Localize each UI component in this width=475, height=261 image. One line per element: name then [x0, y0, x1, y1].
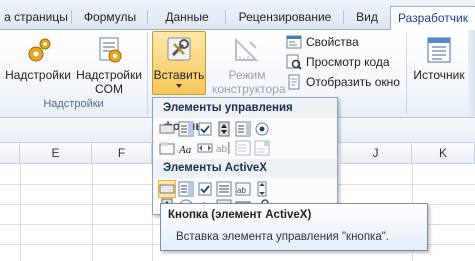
view-code-button[interactable]: Просмотр кода	[286, 53, 406, 71]
svg-text:ab: ab	[216, 144, 228, 155]
group-separator	[147, 32, 148, 114]
design-mode-label-line1: Режим	[228, 68, 266, 82]
ruler-triangle-icon	[235, 37, 259, 61]
ribbon-tab-strip: а страницы Формулы Данные Рецензирование…	[0, 0, 475, 31]
show-window-button[interactable]: Отобразить окно	[286, 73, 406, 91]
xml-source-icon	[427, 37, 451, 63]
column-letter: K	[438, 146, 447, 160]
column-header-f[interactable]: F	[92, 143, 152, 164]
tab-page-layout[interactable]: а страницы	[0, 6, 72, 30]
com-addins-label-line1: Надстройки	[76, 68, 142, 82]
insert-controls-dropdown: Элементы управления формы Aa ab Элементы…	[152, 97, 338, 215]
tab-data[interactable]: Данные	[148, 6, 226, 30]
option-button-icon[interactable]	[254, 121, 270, 137]
source-button[interactable]: Источник	[410, 32, 468, 94]
scrollbar-icon[interactable]	[197, 140, 213, 156]
column-header-k[interactable]: K	[412, 143, 475, 164]
tab-label: а страницы	[4, 10, 68, 24]
grid-line	[20, 164, 21, 261]
com-addins-label-line2: COM	[95, 82, 123, 96]
activex-controls-header: Элементы ActiveX	[153, 159, 337, 178]
activex-checkbox-icon[interactable]	[197, 181, 213, 197]
checkbox-icon[interactable]	[197, 121, 213, 137]
svg-text:Aa: Aa	[178, 144, 192, 156]
tooltip-title: Кнопка (элемент ActiveX)	[168, 209, 312, 221]
groupbox-icon[interactable]	[159, 140, 175, 156]
insert-label: Вставить	[153, 68, 205, 82]
properties-label: Свойства	[306, 35, 359, 49]
tab-formulas[interactable]: Формулы	[72, 6, 148, 30]
column-header-j[interactable]: J	[340, 143, 412, 164]
properties-icon	[286, 35, 302, 49]
combo-dropdown-edit-icon[interactable]	[254, 140, 270, 156]
tab-label: Данные	[165, 10, 209, 24]
addins-label: Надстройки	[5, 68, 71, 82]
view-code-icon	[286, 54, 302, 70]
tab-label: Формулы	[83, 10, 137, 24]
column-header-e[interactable]: E	[20, 143, 92, 164]
group-separator	[406, 32, 407, 114]
tab-view[interactable]: Вид	[344, 6, 390, 30]
tooltip: Кнопка (элемент ActiveX) Вставка элемент…	[160, 203, 428, 251]
column-letter: E	[51, 146, 60, 160]
column-letter: J	[372, 146, 379, 160]
design-mode-label-line2: конструктора	[212, 82, 286, 96]
tab-label: Разработчик	[398, 11, 468, 25]
activex-scrollbar-icon[interactable]	[254, 181, 270, 197]
svg-text:ab: ab	[237, 186, 246, 195]
tools-icon	[167, 37, 191, 61]
tab-developer[interactable]: Разработчик	[390, 6, 475, 31]
form-controls-header: Элементы управления формы	[153, 99, 337, 133]
activex-combobox-icon[interactable]	[178, 181, 194, 197]
tab-review[interactable]: Рецензирование	[226, 6, 344, 30]
view-code-label: Просмотр кода	[306, 55, 390, 69]
column-header-partial[interactable]	[0, 143, 20, 164]
tab-label: Рецензирование	[238, 10, 332, 24]
group-title-addins: Надстройки	[43, 98, 104, 110]
activex-textbox-icon[interactable]: ab	[235, 181, 251, 197]
tooltip-body: Вставка элемента управления "кнопка".	[176, 231, 390, 243]
chevron-down-icon	[176, 84, 182, 88]
properties-button[interactable]: Свойства	[286, 33, 406, 51]
activex-button-icon[interactable]	[158, 180, 176, 198]
label-control-icon[interactable]: Aa	[178, 140, 194, 156]
spin-button-icon[interactable]	[216, 121, 232, 137]
addins-button[interactable]: Надстройки	[4, 32, 72, 94]
grid-line	[92, 164, 93, 261]
show-window-icon	[288, 74, 300, 90]
combo-list-edit-icon[interactable]	[235, 140, 251, 156]
combobox-icon[interactable]	[178, 121, 194, 137]
com-addins-icon	[99, 37, 122, 63]
tab-label: Вид	[356, 10, 378, 24]
ribbon-edge	[468, 30, 475, 116]
textfield-icon[interactable]: ab	[216, 140, 232, 156]
com-addins-button[interactable]: Надстройки COM	[74, 32, 144, 96]
column-letter: F	[117, 146, 126, 160]
insert-controls-button[interactable]: Вставить	[152, 31, 206, 95]
source-label: Источник	[413, 68, 465, 82]
gear-icon	[28, 38, 51, 62]
listbox-icon[interactable]	[235, 121, 251, 137]
button-control-icon[interactable]	[159, 121, 175, 137]
activex-listbox-icon[interactable]	[216, 181, 232, 197]
design-mode-button[interactable]: Режим конструктора	[212, 32, 286, 96]
show-window-label: Отобразить окно	[306, 75, 400, 89]
